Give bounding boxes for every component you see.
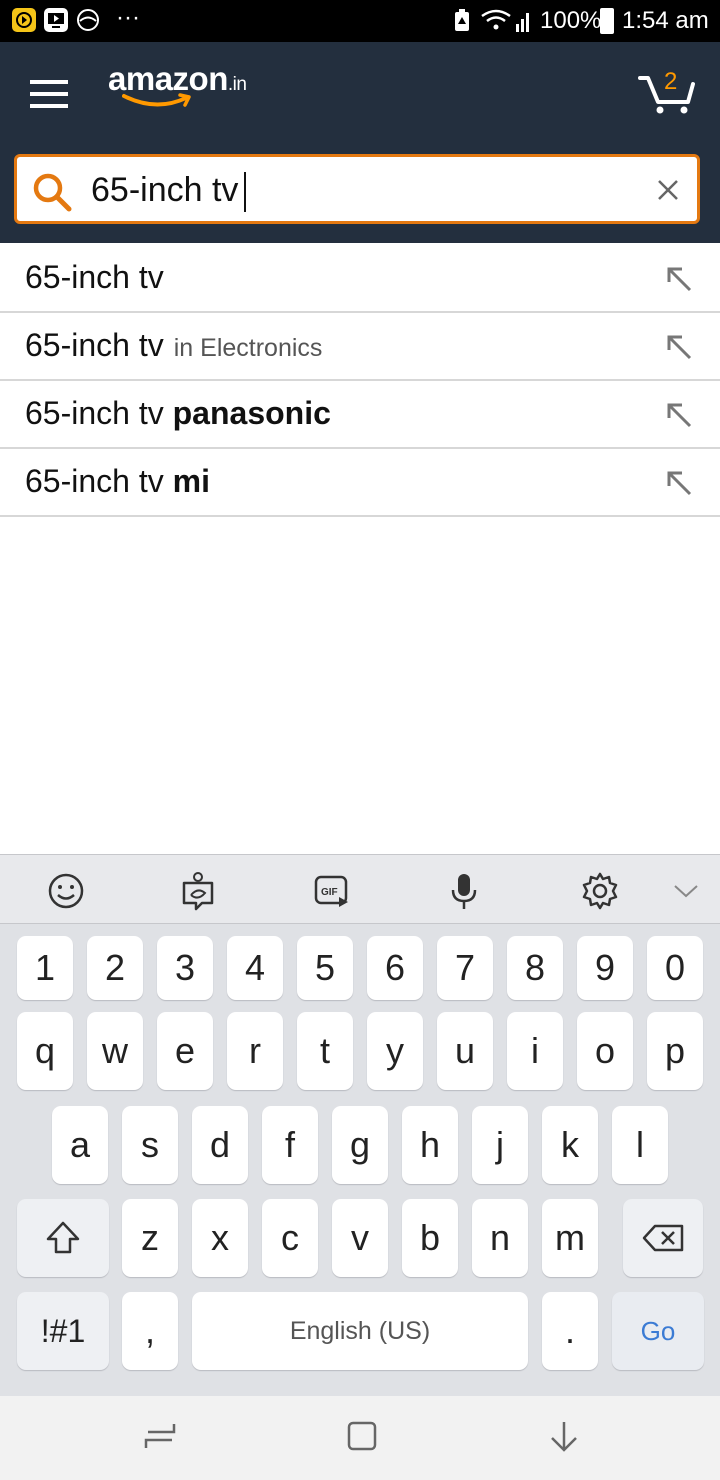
battery-percent: 100% — [540, 7, 602, 34]
search-input[interactable]: 65-inch tv — [91, 171, 247, 213]
key-n[interactable]: n — [472, 1199, 528, 1277]
key-k[interactable]: k — [542, 1106, 598, 1184]
recent-apps-icon[interactable] — [142, 1418, 178, 1454]
key-1[interactable]: 1 — [17, 936, 73, 1000]
period-key[interactable]: . — [542, 1292, 598, 1370]
logo-suffix: .in — [227, 74, 247, 95]
soft-keyboard: GIF 1 2 3 4 5 6 7 8 9 0 q w e r t y u i … — [0, 854, 720, 1396]
key-2[interactable]: 2 — [87, 936, 143, 1000]
key-h[interactable]: h — [402, 1106, 458, 1184]
hamburger-menu-icon[interactable] — [30, 80, 68, 108]
wifi-signal-icon — [480, 8, 534, 34]
space-key[interactable]: English (US) — [192, 1292, 528, 1370]
suggestion-prefix: 65-inch tv — [25, 259, 164, 295]
more-notifications-indicator: ··· — [116, 4, 140, 31]
key-w[interactable]: w — [87, 1012, 143, 1090]
suggestion-item[interactable]: 65-inch tv panasonic — [0, 381, 720, 449]
shift-key[interactable] — [17, 1199, 109, 1277]
fill-query-arrow-icon[interactable] — [664, 400, 694, 430]
search-query-text: 65-inch tv — [91, 171, 239, 209]
key-t[interactable]: t — [297, 1012, 353, 1090]
suggestion-department: in Electronics — [173, 334, 323, 362]
comma-key[interactable]: , — [122, 1292, 178, 1370]
browser-notification-icon — [76, 8, 100, 32]
fill-query-arrow-icon[interactable] — [664, 264, 694, 294]
home-icon[interactable] — [344, 1418, 380, 1454]
search-icon — [31, 171, 73, 213]
suggestion-item[interactable]: 65-inch tv mi — [0, 449, 720, 517]
emoji-icon[interactable] — [46, 871, 86, 911]
key-8[interactable]: 8 — [507, 936, 563, 1000]
key-3[interactable]: 3 — [157, 936, 213, 1000]
logo-smile-icon — [122, 92, 194, 112]
key-6[interactable]: 6 — [367, 936, 423, 1000]
shift-icon — [46, 1221, 80, 1254]
key-4[interactable]: 4 — [227, 936, 283, 1000]
key-i[interactable]: i — [507, 1012, 563, 1090]
key-z[interactable]: z — [122, 1199, 178, 1277]
suggestion-completion: mi — [172, 463, 210, 499]
key-r[interactable]: r — [227, 1012, 283, 1090]
symbols-key[interactable]: !#1 — [17, 1292, 109, 1370]
key-d[interactable]: d — [192, 1106, 248, 1184]
video-notification-icon — [44, 8, 68, 32]
sticker-icon[interactable] — [178, 871, 218, 911]
key-c[interactable]: c — [262, 1199, 318, 1277]
key-0[interactable]: 0 — [647, 936, 703, 1000]
key-o[interactable]: o — [577, 1012, 633, 1090]
fill-query-arrow-icon[interactable] — [664, 468, 694, 498]
gif-icon[interactable]: GIF — [312, 871, 352, 911]
key-y[interactable]: y — [367, 1012, 423, 1090]
key-v[interactable]: v — [332, 1199, 388, 1277]
text-caret — [244, 172, 247, 213]
suggestion-prefix: 65-inch tv — [25, 395, 173, 431]
key-f[interactable]: f — [262, 1106, 318, 1184]
status-bar: ··· 100% 1:54 am — [0, 0, 720, 42]
key-q[interactable]: q — [17, 1012, 73, 1090]
fill-query-arrow-icon[interactable] — [664, 332, 694, 362]
key-s[interactable]: s — [122, 1106, 178, 1184]
search-field[interactable]: 65-inch tv — [14, 154, 700, 224]
battery-saver-icon — [452, 9, 472, 33]
backspace-key[interactable] — [623, 1199, 703, 1277]
key-a[interactable]: a — [52, 1106, 108, 1184]
suggestion-completion: panasonic — [172, 395, 331, 431]
clear-search-icon[interactable] — [657, 179, 679, 201]
key-p[interactable]: p — [647, 1012, 703, 1090]
key-9[interactable]: 9 — [577, 936, 633, 1000]
suggestion-item[interactable]: 65-inch tv in Electronics — [0, 313, 720, 381]
suggestion-prefix: 65-inch tv — [25, 463, 173, 499]
key-l[interactable]: l — [612, 1106, 668, 1184]
key-5[interactable]: 5 — [297, 936, 353, 1000]
svg-text:GIF: GIF — [321, 887, 338, 898]
key-b[interactable]: b — [402, 1199, 458, 1277]
key-u[interactable]: u — [437, 1012, 493, 1090]
system-navigation-bar — [0, 1396, 720, 1480]
key-e[interactable]: e — [157, 1012, 213, 1090]
key-7[interactable]: 7 — [437, 936, 493, 1000]
microphone-icon[interactable] — [444, 871, 484, 911]
app-notification-icon — [12, 8, 36, 32]
back-down-arrow-icon[interactable] — [546, 1418, 582, 1454]
suggestion-item[interactable]: 65-inch tv — [0, 245, 720, 313]
cart-button[interactable]: 2 — [636, 68, 698, 118]
collapse-chevron-icon[interactable] — [672, 877, 700, 905]
keyboard-toolbar: GIF — [0, 854, 720, 924]
backspace-icon — [642, 1224, 684, 1252]
key-x[interactable]: x — [192, 1199, 248, 1277]
key-j[interactable]: j — [472, 1106, 528, 1184]
cart-count-badge: 2 — [664, 68, 678, 95]
key-m[interactable]: m — [542, 1199, 598, 1277]
app-header: amazon.in 2 65-inch tv — [0, 42, 720, 243]
clock: 1:54 am — [622, 7, 709, 34]
go-key[interactable]: Go — [612, 1292, 704, 1370]
suggestion-prefix: 65-inch tv — [25, 327, 164, 363]
settings-icon[interactable] — [580, 871, 620, 911]
battery-icon — [600, 8, 614, 34]
key-g[interactable]: g — [332, 1106, 388, 1184]
